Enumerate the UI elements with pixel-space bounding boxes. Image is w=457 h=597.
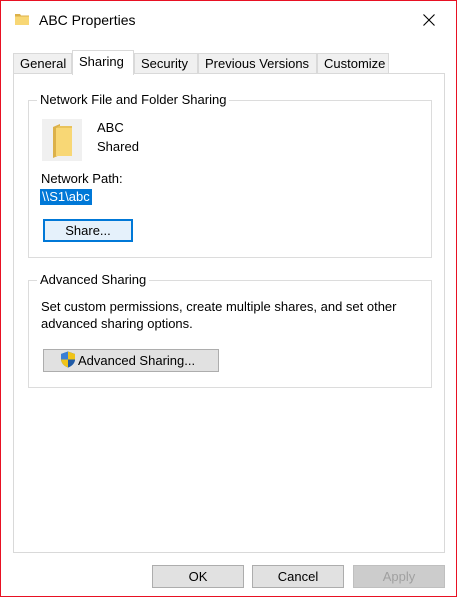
close-icon: [423, 13, 435, 29]
apply-button[interactable]: Apply: [353, 565, 445, 588]
tab-label: Previous Versions: [205, 56, 310, 71]
folder-icon: [15, 13, 29, 25]
share-status: Shared: [97, 139, 139, 154]
tab-label: General: [20, 56, 67, 71]
tab-label: Customize: [324, 56, 386, 71]
window-title: ABC Properties: [39, 12, 136, 28]
advanced-sharing-group: Advanced Sharing Set custom permissions,…: [28, 272, 432, 388]
properties-dialog: ABC Properties General Sharing Security …: [0, 0, 457, 597]
ok-button[interactable]: OK: [152, 565, 244, 588]
title-bar: ABC Properties: [1, 1, 456, 39]
close-button[interactable]: [416, 8, 442, 34]
group-title: Advanced Sharing: [37, 272, 150, 288]
shared-folder-name: ABC: [97, 120, 124, 135]
apply-label: Apply: [382, 569, 416, 584]
network-path-value[interactable]: \\S1\abc: [40, 189, 92, 205]
advanced-sharing-button-label: Advanced Sharing...: [78, 353, 196, 368]
advanced-sharing-description: Set custom permissions, create multiple …: [41, 299, 397, 331]
tab-customize[interactable]: Customize: [317, 53, 389, 73]
tab-general[interactable]: General: [13, 53, 72, 73]
ok-label: OK: [188, 569, 208, 584]
cancel-label: Cancel: [277, 569, 319, 584]
advanced-sharing-button[interactable]: Advanced Sharing...: [43, 349, 219, 372]
sharing-tab-panel: Network File and Folder Sharing ABC Shar…: [13, 73, 445, 553]
uac-shield-icon: [60, 351, 78, 371]
folder-icon: [42, 119, 82, 161]
cancel-button[interactable]: Cancel: [252, 565, 344, 588]
share-button[interactable]: Share...: [43, 219, 133, 242]
tab-sharing[interactable]: Sharing: [72, 50, 134, 75]
tab-label: Security: [141, 56, 188, 71]
network-path-label: Network Path:: [41, 171, 123, 186]
tab-security[interactable]: Security: [134, 53, 198, 73]
group-title: Network File and Folder Sharing: [37, 92, 230, 108]
tab-label: Sharing: [79, 54, 124, 69]
tab-previous-versions[interactable]: Previous Versions: [198, 53, 317, 73]
share-button-label: Share...: [65, 223, 111, 238]
network-sharing-group: Network File and Folder Sharing ABC Shar…: [28, 92, 432, 258]
